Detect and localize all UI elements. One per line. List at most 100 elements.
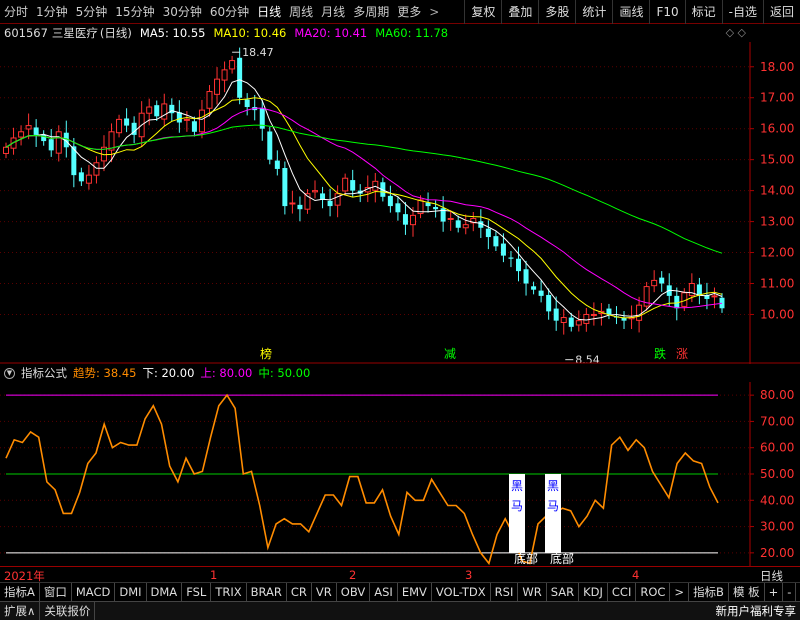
candle [252,94,258,121]
candle-body [116,118,123,134]
candle [161,93,168,126]
expand-button[interactable]: 扩展∧ [0,602,41,620]
high-price-label: 18.47 [242,46,274,59]
stock-info-line: 601567 三星医疗 (日线) MA5: 10.55 MA10: 10.46 … [0,24,750,42]
more-arrow[interactable]: > [425,0,443,24]
candle [327,188,333,217]
candle [191,116,197,137]
toolbar-button-4[interactable]: 画线 [612,0,649,24]
candle-body [237,57,243,98]
candle-body [342,177,349,192]
indicator-tab-2[interactable]: MACD [72,583,116,601]
indicator-tab-7[interactable]: BRAR [247,583,287,601]
timeframe-7[interactable]: 周线 [285,0,317,24]
price-tick-label: 17.00 [760,91,794,105]
toolbar-button-5[interactable]: F10 [649,0,684,24]
price-tick-label: 11.00 [760,277,794,291]
candle-body [636,304,643,321]
indicator-tab-3[interactable]: DMI [115,583,147,601]
indicator-tab-9[interactable]: VR [312,583,337,601]
top-toolbar: 分时 1分钟 5分钟 15分钟 30分钟 60分钟 日线 周线 月线 多周期 更多 > 复权 叠加 多股… [0,0,800,24]
candle [711,287,718,309]
indicator-tab-18[interactable]: CCI [608,583,637,601]
linked-quote-button[interactable]: 关联报价 [40,602,96,620]
candle [289,190,296,214]
candle [169,98,175,122]
candle-body [523,269,529,284]
candle-body [18,131,25,138]
price-tick-label: 18.00 [760,60,794,74]
toolbar-button-2[interactable]: 多股 [538,0,575,24]
indicator-tab-8[interactable]: CR [287,583,312,601]
indicator-tab-21[interactable]: 指标B [689,583,729,601]
indicator-tab-11[interactable]: ASI [370,583,398,601]
timeframe-2[interactable]: 5分钟 [72,0,112,24]
indicator-tab-6[interactable]: TRIX [211,583,247,601]
indicator-tab-13[interactable]: VOL-TDX [432,583,491,601]
timeframe-9[interactable]: 多周期 [349,0,393,24]
signal-label: 底部 [514,551,538,566]
indicator-tab-19[interactable]: ROC [636,583,671,601]
timeframe-list: 分时 1分钟 5分钟 15分钟 30分钟 60分钟 日线 周线 月线 多周期 更多 [0,0,425,24]
candle-body [93,162,100,176]
indicator-tab-5[interactable]: FSL [182,583,212,601]
timeframe-3[interactable]: 15分钟 [111,0,158,24]
candle-body [206,91,213,109]
candle [244,93,250,116]
candle-body [711,295,718,298]
toolbar-button-7[interactable]: -自选 [721,0,763,24]
indicator-tab-23[interactable]: + [765,583,784,601]
toolbar-button-8[interactable]: 返回 [762,0,800,24]
candle-body [553,308,559,321]
indicator-tab-1[interactable]: 窗口 [40,583,72,601]
timeframe-8[interactable]: 月线 [317,0,349,24]
price-chart[interactable]: 18.00 17.00 16.00 15.00 14.00 13.00 12.00 11.00… [0,42,800,364]
candle [493,231,499,251]
candle [304,189,311,214]
indicator-tab-4[interactable]: DMA [147,583,183,601]
candle [651,270,658,293]
indicator-tab-20[interactable]: > [670,583,690,601]
indicator-tab-14[interactable]: RSI [491,583,519,601]
timeframe-5[interactable]: 60分钟 [206,0,253,24]
indicator-tab-12[interactable]: EMV [398,583,432,601]
indicator-name[interactable]: 指标公式 [21,365,67,381]
timeframe-0[interactable]: 分时 [0,0,32,24]
indicator-tab-17[interactable]: KDJ [579,583,608,601]
toolbar-button-6[interactable]: 标记 [684,0,722,24]
candle [575,310,582,332]
price-tick-label: 15.00 [760,153,794,167]
indicator-tab-0[interactable]: 指标A [0,583,40,601]
candle-body [33,127,39,135]
timeframe-6[interactable]: 日线 [253,0,285,24]
promo-link[interactable]: 新用户福利专享 [712,602,800,620]
indicator-chart[interactable]: 80.0070.0060.0050.0040.0030.0020.00黑马底部黑… [0,382,800,566]
candle [93,156,100,184]
candle [312,180,319,199]
indicator-tab-15[interactable]: WR [518,583,547,601]
diamond-icons[interactable]: ◇ ◇ [726,26,746,39]
candle-body [124,118,130,126]
candle [387,185,393,213]
indicator-tab-24[interactable]: - [783,583,797,601]
upper-value: 上: 80.00 [200,366,253,380]
indicator-tab-10[interactable]: OBV [337,583,371,601]
toolbar-button-1[interactable]: 叠加 [501,0,538,24]
collapse-icon[interactable]: ▼ [4,367,15,379]
candle-body [244,99,250,108]
candle-body [55,131,62,154]
indicator-tab-22[interactable]: 模 板 [729,583,765,601]
signal-label: 底部 [550,551,574,566]
toolbar-button-0[interactable]: 复权 [464,0,501,24]
candle-body [462,224,469,229]
timeframe-1[interactable]: 1分钟 [32,0,72,24]
timeframe-10[interactable]: 更多 [393,0,425,24]
candle-body [154,105,160,117]
indicator-tick-label: 40.00 [760,493,794,507]
indicator-tab-16[interactable]: SAR [547,583,580,601]
candle [590,302,597,326]
candle [55,125,62,162]
timeframe-4[interactable]: 30分钟 [159,0,206,24]
indicator-tick-label: 30.00 [760,520,794,534]
toolbar-button-3[interactable]: 统计 [575,0,612,24]
